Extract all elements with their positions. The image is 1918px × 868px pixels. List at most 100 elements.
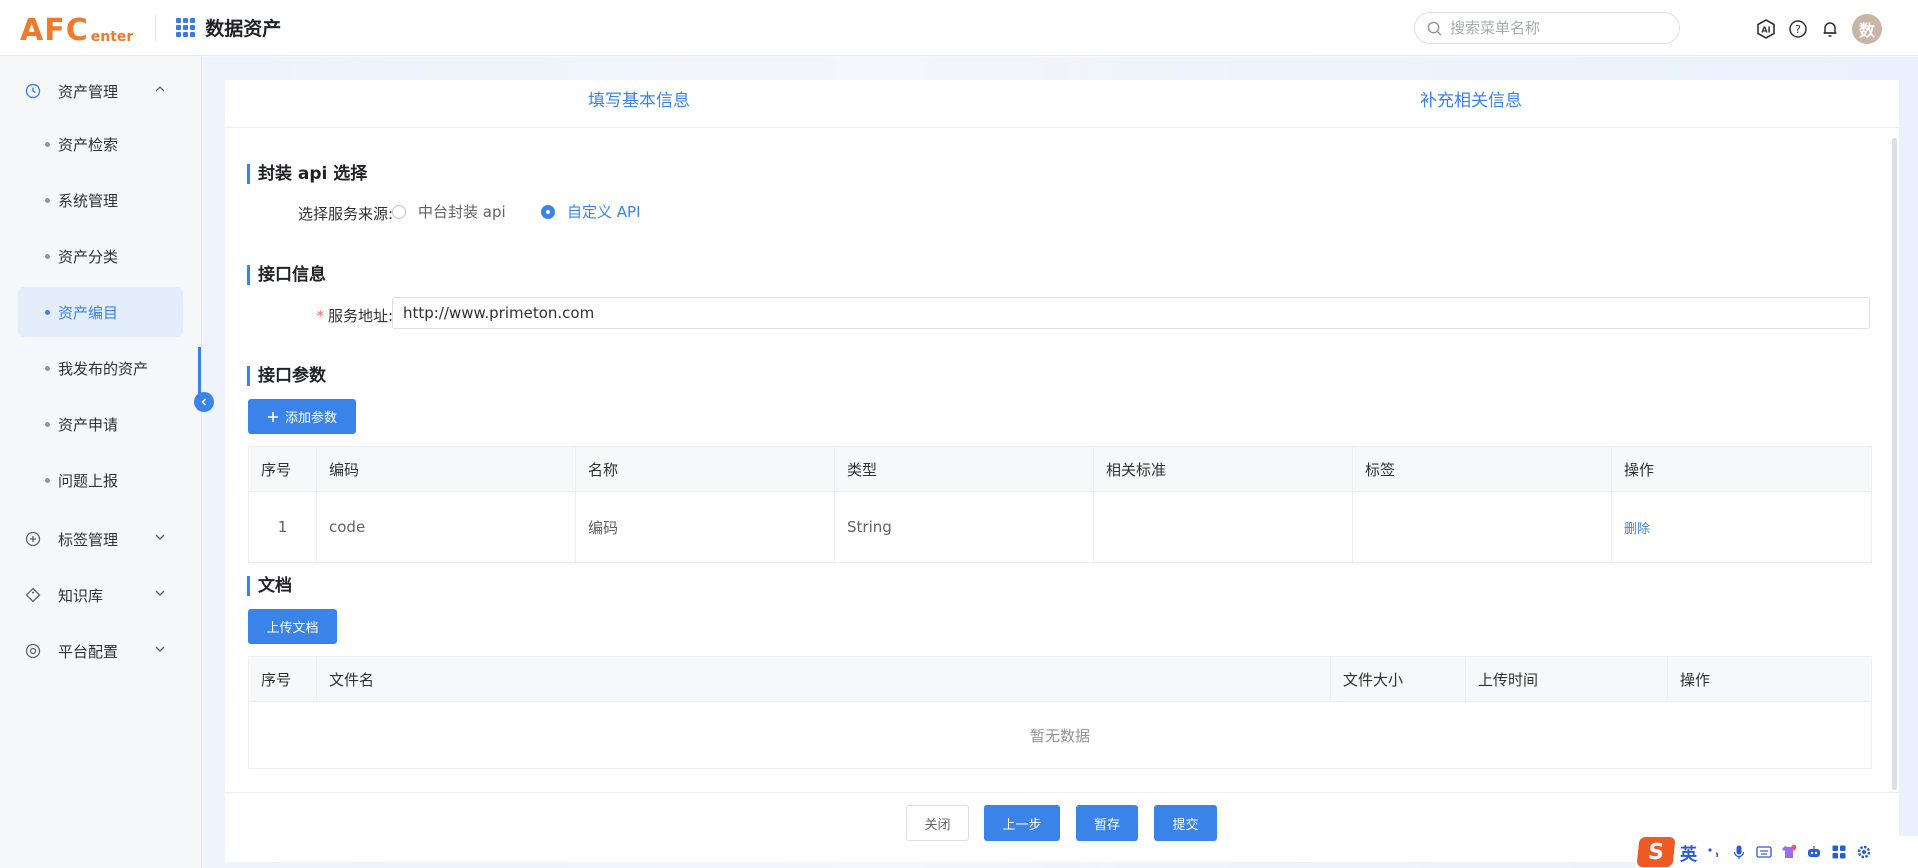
required-mark: *: [316, 307, 324, 325]
header-actions: AI ? 数: [1752, 14, 1882, 44]
chevron-down-icon: [155, 590, 165, 596]
column-header: 上传时间: [1465, 656, 1668, 702]
sidebar-group-knowledge-base[interactable]: 知识库: [0, 567, 201, 623]
button-label: 提交: [1172, 817, 1199, 833]
step-related-info[interactable]: 补充相关信息: [1420, 80, 1522, 128]
sidebar-group-label: 资产管理: [58, 82, 119, 101]
avatar[interactable]: 数: [1852, 14, 1882, 44]
vertical-scrollbar[interactable]: [1892, 138, 1897, 790]
search-input[interactable]: [1450, 19, 1650, 37]
apps-grid-icon[interactable]: [176, 17, 196, 38]
svg-text:?: ?: [1795, 23, 1801, 36]
app-logo[interactable]: AFC enter: [20, 8, 133, 48]
ime-logo[interactable]: S: [1636, 837, 1676, 867]
table-header-row: 序号 编码 名称 类型 相关标准 标签 操作: [248, 446, 1872, 492]
logo-sub-text: enter: [90, 28, 134, 45]
save-draft-button[interactable]: 暂存: [1076, 805, 1138, 841]
sidebar-group-tag-management[interactable]: 标签管理: [0, 511, 201, 567]
close-button[interactable]: 关闭: [906, 805, 969, 841]
empty-state-text: 暂无数据: [248, 701, 1872, 769]
form-card: 填写基本信息 补充相关信息 封装 api 选择 选择服务来源: 中台封装 api…: [225, 80, 1899, 862]
column-header: 操作: [1667, 656, 1872, 702]
table-header-row: 序号 文件名 文件大小 上传时间 操作: [248, 656, 1872, 702]
sidebar-item-system-management[interactable]: 系统管理: [18, 175, 183, 225]
radio-circle: [541, 204, 555, 219]
ime-toolbar: S 英: [1636, 836, 1918, 868]
cell-tag: [1352, 491, 1612, 563]
sidebar-item-my-published-assets[interactable]: 我发布的资产: [18, 343, 183, 393]
step-tabs: 填写基本信息 补充相关信息: [225, 80, 1899, 128]
sidebar-group-platform-config[interactable]: 平台配置: [0, 623, 201, 679]
radio-circle: [392, 204, 406, 219]
menu-search[interactable]: [1414, 12, 1680, 44]
help-icon[interactable]: ?: [1784, 15, 1812, 43]
sidebar-group-label: 知识库: [58, 586, 104, 605]
radio-label: 中台封装 api: [418, 203, 506, 221]
submit-button[interactable]: 提交: [1154, 805, 1217, 841]
step-basic-info[interactable]: 填写基本信息: [588, 80, 690, 128]
radio-label: 自定义 API: [567, 203, 641, 221]
ai-assistant-icon[interactable]: AI: [1752, 15, 1780, 43]
ime-language-toggle[interactable]: 英: [1680, 840, 1697, 865]
sidebar-item-issue-report[interactable]: 问题上报: [18, 455, 183, 505]
column-header: 序号: [248, 656, 317, 702]
column-header: 相关标准: [1093, 446, 1353, 492]
header-divider: [155, 14, 157, 41]
sidebar-item-label: 资产分类: [58, 247, 119, 266]
bell-icon[interactable]: [1816, 15, 1844, 43]
params-table: 序号 编码 名称 类型 相关标准 标签 操作 1 code 编码 String …: [248, 446, 1872, 563]
sidebar-group-asset-management[interactable]: 资产管理: [0, 63, 201, 119]
add-param-button[interactable]: 添加参数: [248, 399, 356, 434]
sidebar-group-label: 平台配置: [58, 642, 119, 661]
button-label: 上一步: [1002, 817, 1042, 833]
delete-link[interactable]: 删除: [1624, 522, 1650, 537]
chevron-left-icon: [201, 398, 207, 406]
section-title-api: 封装 api 选择: [247, 164, 367, 184]
logo-main-text: AFC: [20, 12, 89, 48]
sidebar-item-label: 问题上报: [58, 471, 119, 490]
toolbox-grid-icon[interactable]: [1831, 844, 1847, 860]
sidebar-item-label: 资产检索: [58, 135, 119, 154]
sidebar-item-label: 我发布的资产: [58, 359, 149, 378]
radio-custom-api[interactable]: 自定义 API: [541, 201, 641, 222]
column-header: 序号: [248, 446, 317, 492]
footer-divider: [225, 792, 1899, 793]
sidebar-item-asset-search[interactable]: 资产检索: [18, 119, 183, 169]
button-label: 添加参数: [284, 411, 337, 426]
prev-step-button[interactable]: 上一步: [984, 805, 1060, 841]
search-icon: [1427, 21, 1442, 36]
active-item-indicator: [198, 347, 201, 397]
upload-doc-button[interactable]: 上传文档: [248, 609, 337, 644]
microphone-icon[interactable]: [1731, 844, 1747, 860]
radio-platform-api[interactable]: 中台封装 api: [392, 201, 506, 222]
plus-circle-icon: [24, 530, 42, 548]
svg-text:AI: AI: [1761, 26, 1770, 35]
sidebar-item-asset-category[interactable]: 资产分类: [18, 231, 183, 281]
skin-shirt-icon[interactable]: [1781, 844, 1797, 860]
sidebar-item-asset-application[interactable]: 资产申请: [18, 399, 183, 449]
button-label: 上传文档: [266, 621, 319, 636]
table-empty-row: 暂无数据: [248, 701, 1872, 769]
cell-type: String: [834, 491, 1094, 563]
column-header: 操作: [1611, 446, 1872, 492]
app-title: 数据资产: [205, 18, 282, 40]
cell-standard: [1093, 491, 1353, 563]
keyboard-icon[interactable]: [1756, 844, 1772, 860]
column-header: 标签: [1352, 446, 1612, 492]
plus-icon: [267, 411, 278, 422]
cell-index: 1: [248, 491, 317, 563]
sidebar-item-asset-catalog[interactable]: 资产编目: [18, 287, 183, 337]
label-text: 服务地址:: [327, 307, 393, 325]
sidebar-group-label: 标签管理: [58, 530, 119, 549]
settings-gear-icon[interactable]: [1856, 844, 1872, 860]
sidebar-collapse-button[interactable]: [194, 392, 214, 412]
table-row: 1 code 编码 String 删除: [248, 491, 1872, 563]
punctuation-icon[interactable]: [1706, 844, 1722, 860]
column-header: 名称: [575, 446, 835, 492]
service-address-input[interactable]: [392, 297, 1870, 329]
settings-icon: [24, 642, 42, 660]
sidebar-item-label: 系统管理: [58, 191, 119, 210]
column-header: 文件名: [316, 656, 1331, 702]
sidebar: 资产管理 资产检索 系统管理 资产分类 资产编目 我发布的资产 资产申请 问题上…: [0, 57, 202, 868]
robot-icon[interactable]: [1806, 844, 1822, 860]
